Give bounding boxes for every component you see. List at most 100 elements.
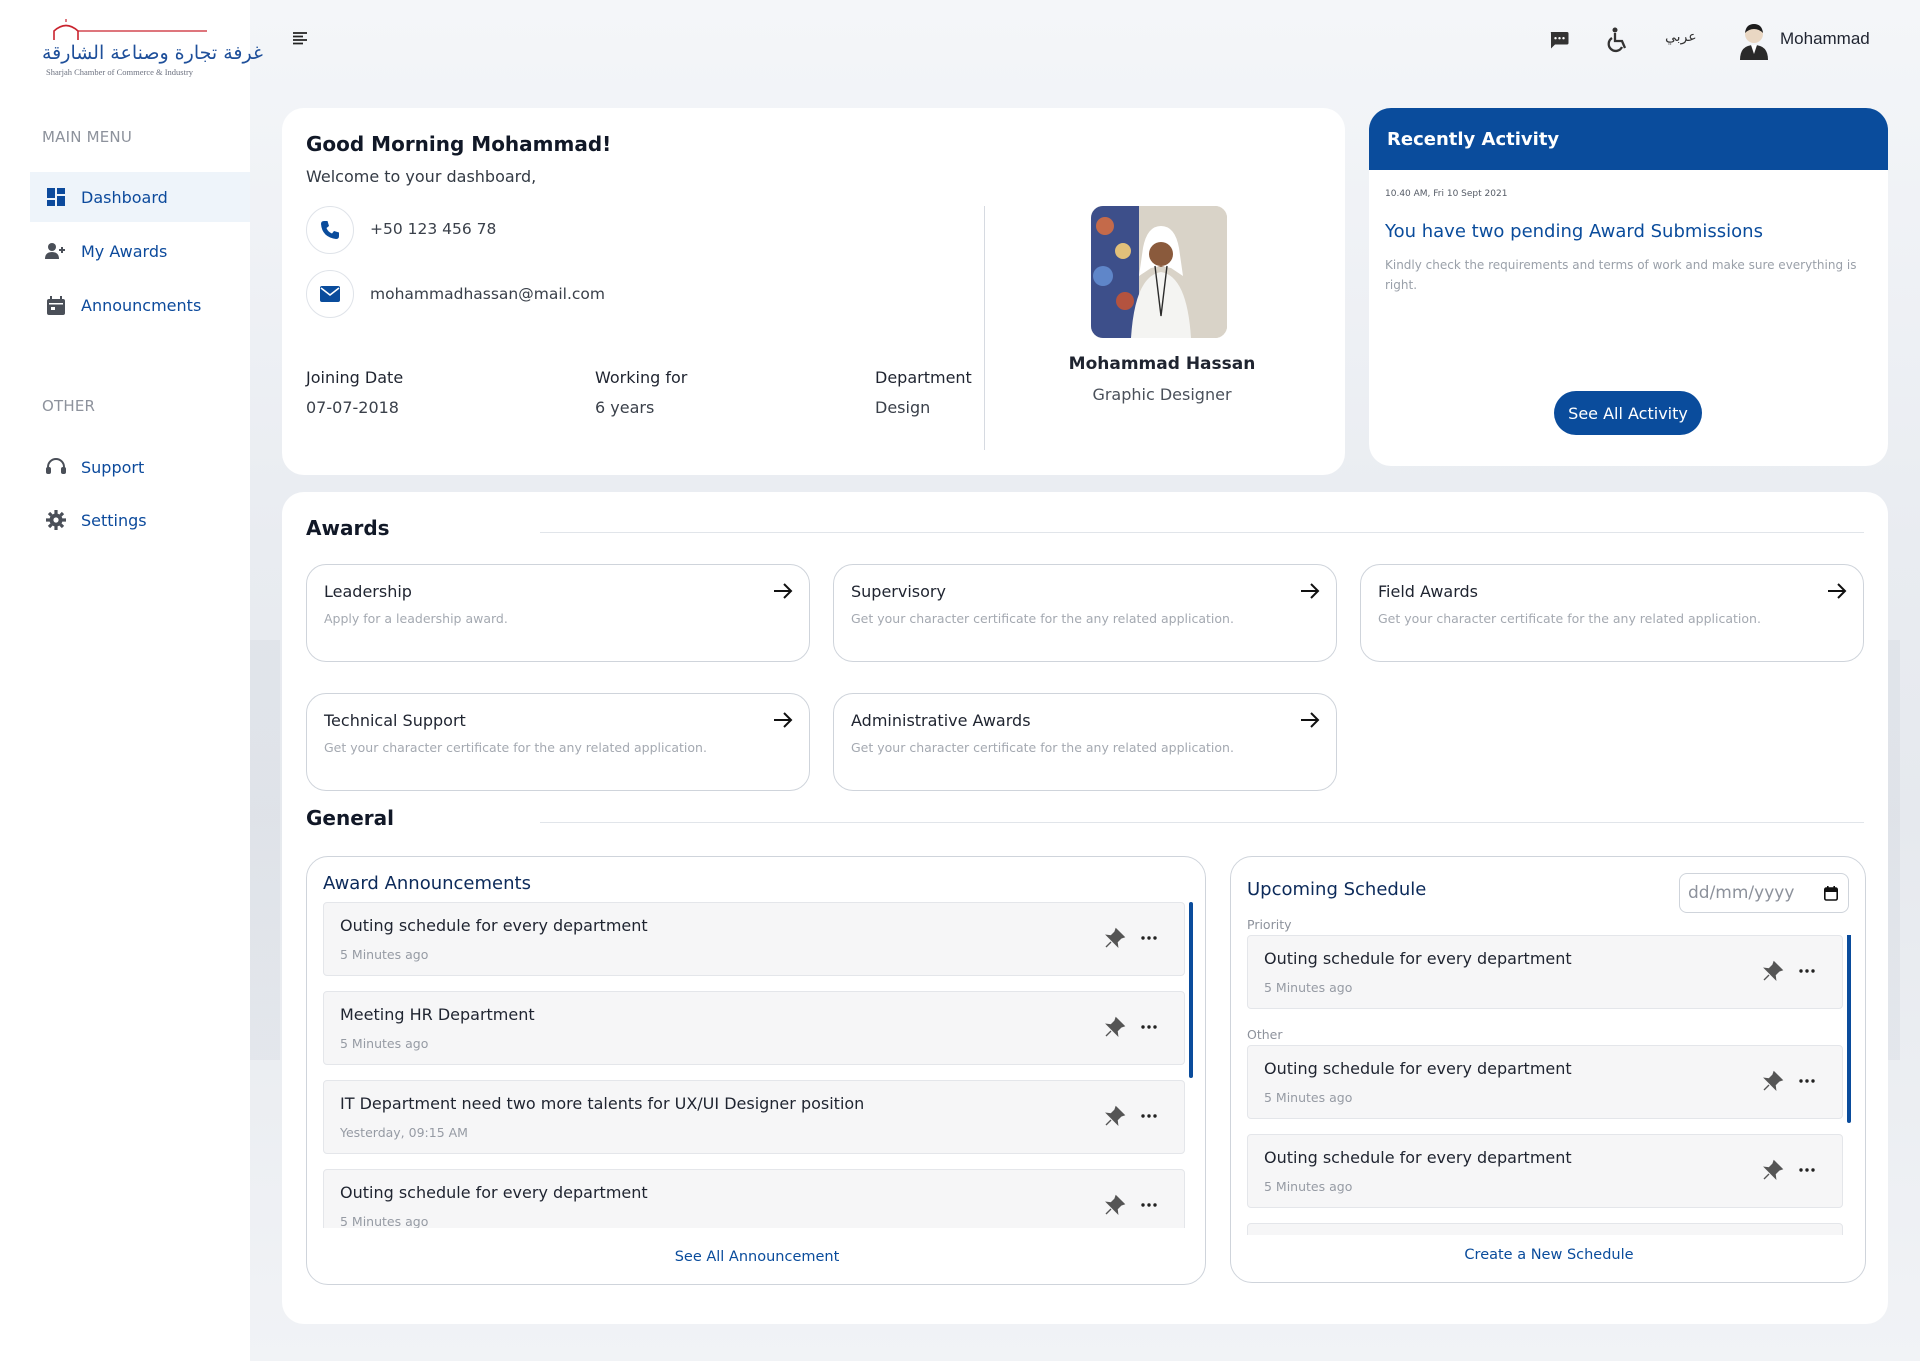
pin-icon[interactable] xyxy=(1104,927,1126,949)
greeting-title: Good Morning Mohammad! xyxy=(306,132,612,156)
accessibility-icon[interactable] xyxy=(1604,26,1632,54)
arrow-right-icon[interactable] xyxy=(771,579,795,603)
list-item[interactable]: IT Department need two more talents for … xyxy=(323,1080,1185,1154)
headset-icon xyxy=(45,456,67,478)
chamber-logo[interactable]: غرفة تجارة وصناعة الشارقة Sharjah Chambe… xyxy=(42,18,264,80)
department-label: Department xyxy=(875,368,972,387)
sidebar-item-my-awards[interactable]: My Awards xyxy=(30,226,250,276)
sidebar-item-settings[interactable]: Settings xyxy=(30,495,250,545)
list-item[interactable]: Outing schedule for every department 5 M… xyxy=(1247,1134,1843,1208)
calendar-icon[interactable] xyxy=(1824,885,1838,901)
other-label: Other xyxy=(1247,1027,1283,1042)
sidebar-item-label: My Awards xyxy=(81,241,168,261)
menu-toggle-icon[interactable] xyxy=(292,30,314,48)
award-card-leadership[interactable]: Leadership Apply for a leadership award. xyxy=(306,564,810,662)
general-title: General xyxy=(306,806,394,830)
sidebar-item-support[interactable]: Support xyxy=(30,442,250,492)
arrow-right-icon[interactable] xyxy=(1825,579,1849,603)
arrow-right-icon[interactable] xyxy=(1298,708,1322,732)
list-item[interactable]: Outing schedule for every department 5 M… xyxy=(323,1169,1185,1228)
more-options-icon[interactable] xyxy=(1796,1163,1818,1177)
pin-icon[interactable] xyxy=(1104,1016,1126,1038)
divider xyxy=(540,532,1864,533)
award-description: Get your character certificate for the a… xyxy=(851,611,1234,626)
item-title: Outing schedule for every department xyxy=(1264,1148,1572,1167)
see-all-announcement-link[interactable]: See All Announcement xyxy=(307,1249,1207,1265)
user-plus-icon xyxy=(45,240,67,262)
date-placeholder: dd/mm/yyyy xyxy=(1688,883,1795,903)
item-title: Meeting HR Department xyxy=(340,1005,535,1024)
pin-icon[interactable] xyxy=(1762,960,1784,982)
more-options-icon[interactable] xyxy=(1796,1074,1818,1088)
list-item[interactable]: Meeting HR Department 5 Minutes ago xyxy=(323,991,1185,1065)
sidebar-item-dashboard[interactable]: Dashboard xyxy=(30,172,250,222)
list-item[interactable]: Outing schedule for every department 5 M… xyxy=(1247,935,1843,1009)
schedule-list[interactable]: Outing schedule for every department 5 M… xyxy=(1247,935,1857,1235)
divider xyxy=(984,206,985,450)
list-item[interactable]: Outing schedule for every department 5 M… xyxy=(323,902,1185,976)
award-card-administrative-awards[interactable]: Administrative Awards Get your character… xyxy=(833,693,1337,791)
sidebar-item-announcements[interactable]: Announcments xyxy=(30,280,250,330)
welcome-card: Good Morning Mohammad! Welcome to your d… xyxy=(282,108,1345,475)
award-announcements-panel: Award Announcements Outing schedule for … xyxy=(306,856,1206,1285)
more-options-icon[interactable] xyxy=(1138,931,1160,945)
list-item[interactable]: Outing schedule for every department 5 M… xyxy=(1247,1045,1843,1119)
calendar-icon xyxy=(45,294,67,316)
phone-number: +50 123 456 78 xyxy=(370,220,497,238)
avatar[interactable] xyxy=(1737,22,1771,60)
pin-icon[interactable] xyxy=(1104,1105,1126,1127)
announcements-list[interactable]: Outing schedule for every department 5 M… xyxy=(323,902,1193,1228)
more-options-icon[interactable] xyxy=(1138,1109,1160,1123)
activity-description: Kindly check the requirements and terms … xyxy=(1385,258,1857,292)
sidebar: غرفة تجارة وصناعة الشارقة Sharjah Chambe… xyxy=(0,0,264,1361)
arrow-right-icon[interactable] xyxy=(1298,579,1322,603)
activity-timestamp: 10.40 AM, Fri 10 Sept 2021 xyxy=(1385,189,1508,199)
award-card-technical-support[interactable]: Technical Support Get your character cer… xyxy=(306,693,810,791)
email-icon xyxy=(306,270,354,318)
award-card-supervisory[interactable]: Supervisory Get your character certifica… xyxy=(833,564,1337,662)
main-menu-heading: MAIN MENU xyxy=(42,128,133,146)
logo-english-text: Sharjah Chamber of Commerce & Industry xyxy=(46,67,194,77)
department-value: Design xyxy=(875,398,931,417)
create-new-schedule-link[interactable]: Create a New Schedule xyxy=(1231,1247,1867,1263)
item-time: 5 Minutes ago xyxy=(340,947,429,962)
dashboard-icon xyxy=(45,186,67,208)
pin-icon[interactable] xyxy=(1762,1070,1784,1092)
sidebar-item-label: Support xyxy=(81,457,145,477)
chat-icon[interactable] xyxy=(1545,26,1573,54)
see-all-activity-button[interactable]: See All Activity xyxy=(1554,391,1702,435)
item-title: Outing schedule for every department xyxy=(340,1183,648,1202)
item-time: 5 Minutes ago xyxy=(1264,1090,1353,1105)
more-options-icon[interactable] xyxy=(1138,1198,1160,1212)
upcoming-schedule-panel: Upcoming Schedule dd/mm/yyyy Priority Ou… xyxy=(1230,856,1866,1283)
list-item[interactable] xyxy=(1247,1223,1843,1235)
announcements-title: Award Announcements xyxy=(323,873,531,894)
profile-role: Graphic Designer xyxy=(1092,385,1232,404)
activity-headline[interactable]: You have two pending Award Submissions xyxy=(1385,221,1763,242)
pin-icon[interactable] xyxy=(1104,1194,1126,1216)
priority-label: Priority xyxy=(1247,917,1292,932)
item-title: IT Department need two more talents for … xyxy=(340,1094,865,1113)
divider xyxy=(540,822,1864,823)
scrollbar[interactable] xyxy=(1847,935,1851,1123)
date-picker-input[interactable]: dd/mm/yyyy xyxy=(1679,873,1849,913)
working-for-label: Working for xyxy=(595,368,688,387)
item-title: Outing schedule for every department xyxy=(1264,949,1572,968)
joining-date-value: 07-07-2018 xyxy=(306,398,399,417)
email-address: mohammadhassan@mail.com xyxy=(370,285,605,303)
more-options-icon[interactable] xyxy=(1796,964,1818,978)
award-description: Get your character certificate for the a… xyxy=(1378,611,1761,626)
award-card-field-awards[interactable]: Field Awards Get your character certific… xyxy=(1360,564,1864,662)
arrow-right-icon[interactable] xyxy=(771,708,795,732)
item-time: 5 Minutes ago xyxy=(340,1036,429,1051)
sidebar-item-label: Announcments xyxy=(81,295,202,315)
schedule-title: Upcoming Schedule xyxy=(1247,879,1427,900)
language-toggle[interactable]: عربي xyxy=(1665,29,1697,45)
sidebar-item-label: Settings xyxy=(81,510,147,530)
item-time: Yesterday, 09:15 AM xyxy=(340,1125,468,1140)
more-options-icon[interactable] xyxy=(1138,1020,1160,1034)
pin-icon[interactable] xyxy=(1762,1159,1784,1181)
other-menu-heading: OTHER xyxy=(42,397,96,415)
user-name[interactable]: Mohammad xyxy=(1780,29,1870,49)
scrollbar[interactable] xyxy=(1189,902,1193,1078)
